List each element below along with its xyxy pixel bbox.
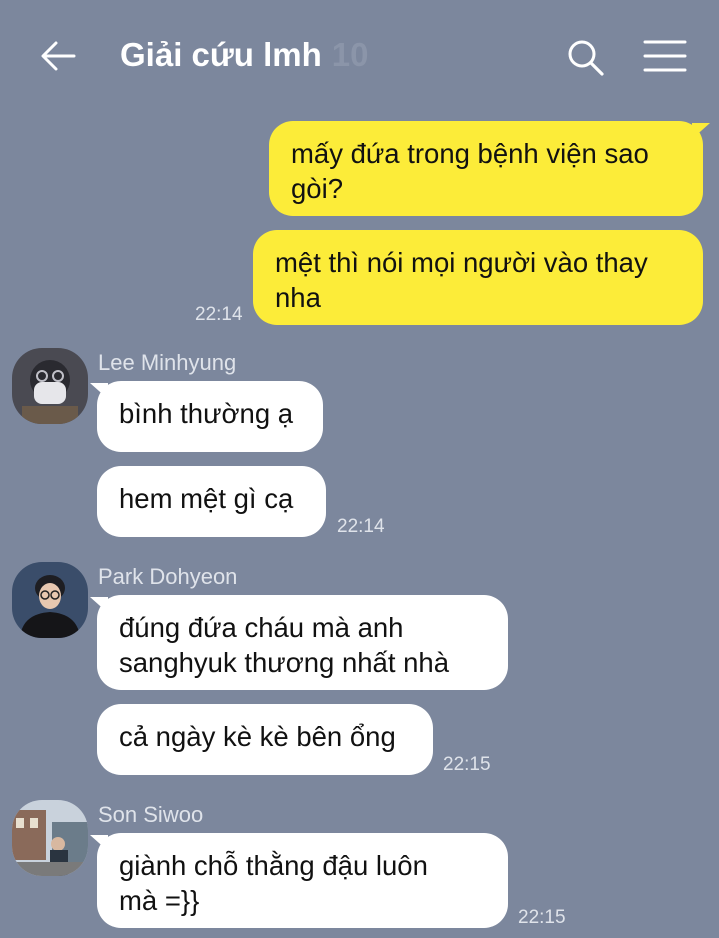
sender-name: Park Dohyeon — [98, 564, 238, 589]
message-timestamp: 22:15 — [443, 754, 491, 775]
incoming-message-bubble[interactable]: cả ngày kè kè bên ổng — [97, 704, 433, 775]
message-line: cả ngày kè kè bên ổng — [119, 721, 396, 752]
avatar-image-icon — [12, 562, 88, 638]
incoming-message-bubble[interactable]: bình thường ạ — [90, 381, 323, 452]
message-line: mà =}} — [119, 885, 200, 916]
incoming-message-bubble[interactable]: hem mệt gì cạ — [97, 466, 326, 537]
chat-title: Giải cứu lmh 10 — [120, 36, 369, 74]
message-line: gòi? — [291, 173, 343, 204]
incoming-message-bubble[interactable]: giành chỗ thằng đậu luôn mà =}} — [90, 833, 508, 928]
message-line: đúng đứa cháu mà anh — [119, 612, 404, 643]
avatar[interactable] — [12, 800, 88, 876]
message-line: hem mệt gì cạ — [119, 483, 294, 514]
sender-name: Lee Minhyung — [98, 350, 237, 375]
own-message-bubble[interactable]: mệt thì nói mọi người vào thay nha — [253, 230, 703, 325]
message-line: giành chỗ thằng đậu luôn — [119, 850, 428, 881]
message-line: mấy đứa trong bệnh viện sao — [291, 138, 649, 169]
avatar-image-icon — [12, 348, 88, 424]
own-message-bubble[interactable]: mấy đứa trong bệnh viện sao gòi? — [269, 121, 710, 216]
message-line: sanghyuk thương nhất nhà — [119, 647, 450, 678]
chat-header: Giải cứu lmh 10 — [0, 0, 719, 110]
message-timestamp: 22:14 — [337, 516, 385, 537]
message-timestamp: 22:14 — [195, 304, 243, 325]
avatar[interactable] — [12, 562, 88, 638]
chat-title-text: Giải cứu lmh — [120, 36, 322, 73]
message-line: mệt thì nói mọi người vào thay — [275, 247, 648, 278]
avatar-image-icon — [12, 800, 88, 876]
incoming-message-bubble[interactable]: đúng đứa cháu mà anh sanghyuk thương nhấ… — [90, 595, 508, 690]
back-arrow-icon[interactable] — [38, 36, 78, 76]
sender-name: Son Siwoo — [98, 802, 204, 827]
message-line: bình thường ạ — [119, 398, 294, 429]
member-count: 10 — [331, 36, 369, 73]
avatar[interactable] — [12, 348, 88, 424]
menu-icon[interactable] — [643, 39, 687, 73]
message-line: nha — [275, 282, 321, 313]
search-icon[interactable] — [565, 37, 605, 77]
message-timestamp: 22:15 — [518, 907, 566, 928]
